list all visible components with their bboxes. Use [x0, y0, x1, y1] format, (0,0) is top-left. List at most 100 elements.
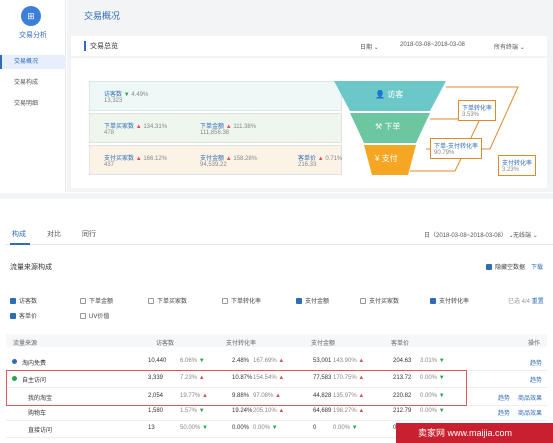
metric-option-pay-amount[interactable]: 支付金额	[296, 296, 329, 305]
chevron-down-icon: ⌄	[373, 45, 379, 51]
cell-pay-conv-change: 167.69% ▲	[253, 358, 285, 364]
sidebar-item-composition[interactable]: 交易构成	[0, 76, 66, 90]
metric-option-visitors[interactable]: 访客数	[10, 296, 37, 305]
metric-value: 94,539.22	[200, 162, 227, 168]
sidebar-item-overview[interactable]: 交易概况	[0, 55, 66, 69]
checkbox-checked	[430, 298, 436, 305]
trend-down-icon: ▼	[351, 425, 358, 431]
summary-title: 交易总览	[84, 41, 118, 51]
cell-pay-conv-change: 0.00% ▼	[253, 425, 278, 431]
checkbox	[222, 298, 228, 305]
section-divider	[0, 193, 553, 199]
metric-value: 13,323	[104, 98, 123, 104]
metric-option-aov[interactable]: 客单价	[10, 311, 37, 320]
date-label: 日期	[360, 45, 373, 51]
funnel-label-pay: ¥ 支付	[375, 153, 398, 164]
trend-down-icon: ▼	[198, 408, 205, 414]
funnel-graphic	[334, 81, 519, 175]
product-effect-link[interactable]: 商品效果	[518, 393, 542, 402]
trend-link[interactable]: 趋势	[498, 393, 510, 402]
metric-value: 111,856.38	[200, 130, 230, 136]
hide-empty-checkbox[interactable]: 隐藏空数据	[486, 262, 525, 271]
tab-composition[interactable]: 构成	[12, 229, 26, 239]
hide-empty-label: 隐藏空数据	[495, 265, 526, 271]
trend-up-icon: ▲	[358, 358, 365, 364]
terminal-label: 所有终端	[494, 45, 519, 51]
cell-pay-amount-change: 143.90% ▲	[333, 358, 365, 364]
metric-option-label: 下单买家数	[157, 299, 188, 305]
metric-order-buyers: 下单买家数 ▲ 134.31% 478	[104, 121, 167, 136]
tab-active-indicator	[10, 243, 30, 245]
cell-visitors-change: 50.00% ▼	[180, 425, 208, 431]
metric-change: 158.28%	[233, 156, 257, 162]
metric-option-label: 访客数	[19, 299, 38, 305]
trend-up-icon: ▲	[278, 408, 285, 414]
sidebar	[0, 0, 66, 192]
conversion-value: 3.53%	[462, 112, 480, 118]
conversion-order: 下单转化率 3.53%	[458, 100, 497, 121]
checkbox-checked	[486, 264, 492, 271]
date-selector[interactable]: 日期 ⌄	[360, 42, 379, 51]
tab-terminal-selector[interactable]: 无线端 ⌄	[513, 230, 538, 239]
cell-pay-conv: 0.00%	[232, 425, 250, 431]
cell-pay-amount-change: 198.27% ▲	[333, 408, 365, 414]
metric-option-pay-conv[interactable]: 支付转化率	[430, 296, 469, 305]
metric-option-label: 客单价	[19, 314, 38, 320]
cell-source: 直接访问	[28, 428, 53, 434]
trend-up-icon: ▲	[135, 156, 142, 162]
metric-option-order-buyers[interactable]: 下单买家数	[148, 296, 187, 305]
metric-option-order-conv[interactable]: 下单转化率	[222, 296, 261, 305]
cell-pay-conv-change: 205.10% ▲	[253, 408, 285, 414]
trend-link[interactable]: 趋势	[530, 375, 542, 384]
trend-up-icon: ▲	[358, 408, 365, 414]
tab-compare[interactable]: 对比	[47, 229, 61, 239]
trend-down-icon: ▼	[202, 425, 208, 431]
metric-change: 134.31%	[143, 124, 167, 130]
metric-visitors: 访客数 ▼ 4.49% 13,323	[104, 89, 148, 104]
col-pay-amount: 支付金额	[311, 341, 336, 347]
metric-option-label: 支付买家数	[369, 299, 400, 305]
cell-visitors: 10,440	[148, 358, 167, 364]
funnel-label-visitor: 👤 访客	[375, 89, 403, 100]
col-actions: 操作	[528, 341, 541, 347]
tab-date-selector[interactable]: 日（2018-03-08~2018-03-08） ⌄	[424, 230, 514, 239]
cell-aov-change: 0.00% ▼	[420, 408, 445, 414]
metric-option-order-amount[interactable]: 下单金额	[80, 296, 113, 305]
checkbox-checked	[296, 298, 302, 305]
metric-change: 4.49%	[131, 92, 149, 98]
tab-terminal: 无线端	[513, 233, 532, 239]
sidebar-item-details[interactable]: 交易明细	[0, 97, 66, 111]
metric-option-uv-value[interactable]: UV价值	[80, 311, 109, 320]
trend-link[interactable]: 趋势	[530, 358, 542, 367]
metric-option-label: 支付转化率	[439, 299, 470, 305]
col-source: 流量来源	[13, 341, 38, 347]
trend-link[interactable]: 趋势	[498, 408, 510, 417]
product-effect-link[interactable]: 商品效果	[518, 408, 542, 417]
stage-name: 访客	[387, 90, 404, 99]
tab-date: 日（2018-03-08~2018-03-08）	[424, 233, 507, 239]
trend-up-icon: ▲	[278, 358, 285, 364]
sidebar-title: 交易分析	[19, 32, 47, 39]
checkbox	[360, 298, 366, 305]
conversion-value: 90.79%	[434, 150, 455, 156]
trend-up-icon: ▲	[135, 124, 142, 130]
cell-pay-amount: 53,001	[313, 358, 332, 364]
cell-visitors-change: 1.57% ▼	[180, 408, 205, 414]
selected-count: 已选 4/4 重置	[508, 296, 544, 305]
conversion-order-pay: 下单-支付转化率 90.79%	[430, 138, 482, 159]
trend-up-icon: ▲	[317, 156, 324, 162]
terminal-selector[interactable]: 所有终端 ⌄	[494, 42, 525, 51]
tab-peers[interactable]: 同行	[82, 229, 96, 239]
metric-option-pay-buyers[interactable]: 支付买家数	[360, 296, 399, 305]
stage-name: 下单	[384, 122, 401, 131]
metric-option-label: 支付金额	[305, 299, 330, 305]
download-link[interactable]: 下载	[531, 262, 543, 271]
expand-icon[interactable]	[12, 359, 17, 364]
cell-visitors: 13	[148, 425, 155, 431]
user-icon: 👤	[375, 90, 385, 99]
checkbox	[148, 298, 154, 305]
trend-down-icon: ▼	[271, 425, 278, 431]
metric-option-label: UV价值	[89, 314, 110, 320]
reset-link[interactable]: 重置	[532, 299, 544, 305]
chevron-down-icon: ⌄	[532, 233, 538, 239]
